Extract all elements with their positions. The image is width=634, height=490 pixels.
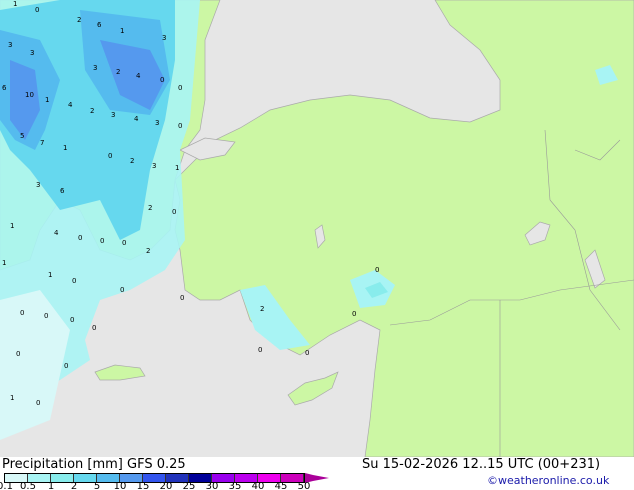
precip-value-label: 0: [352, 310, 356, 318]
scale-tick-label: 45: [274, 481, 288, 490]
precip-value-label: 0: [72, 277, 76, 285]
precip-value-label: 2: [260, 305, 264, 313]
precip-value-label: 0: [178, 84, 182, 92]
map-title: Precipitation [mm] GFS 0.25: [2, 457, 186, 472]
scale-tick-label: 15: [136, 481, 150, 490]
precip-value-label: 1: [2, 259, 6, 267]
precip-value-label: 2: [146, 247, 150, 255]
precip-value-label: 1: [175, 164, 179, 172]
precip-value-label: 0: [375, 266, 379, 274]
precip-value-label: 0: [120, 286, 124, 294]
precip-value-label: 0: [70, 316, 74, 324]
precip-value-label: 6: [60, 187, 65, 195]
scale-tick-label: 20: [159, 481, 173, 490]
precip-value-label: 4: [68, 101, 73, 109]
precip-value-label: 6: [2, 84, 7, 92]
precip-value-label: 10: [25, 91, 34, 99]
scale-tick-label: 2: [70, 481, 78, 490]
precip-value-label: 1: [63, 144, 67, 152]
precip-value-label: 0: [100, 237, 104, 245]
precip-value-label: 0: [36, 399, 40, 407]
precip-value-label: 1: [10, 394, 14, 402]
precip-value-label: 0: [258, 346, 262, 354]
precip-value-label: 3: [36, 181, 40, 189]
scale-tick-label: 30: [205, 481, 219, 490]
precipitation-map: 102613333 2 4 06101042 3 4 3 0571023 1362 0140 0 02…: [0, 0, 634, 457]
scale-tick-label: 1: [47, 481, 55, 490]
precip-value-label: 1: [10, 222, 14, 230]
precip-value-label: 5: [20, 132, 24, 140]
precip-value-label: 1: [120, 27, 124, 35]
scale-tick-label: 40: [251, 481, 265, 490]
precip-value-label: 0: [35, 6, 39, 14]
precip-value-label: 4: [54, 229, 59, 237]
precip-value-label: 4: [134, 115, 139, 123]
weather-map-view: 1 0 2 6 1 3 3 3 3 2 4 0 6 10 1 0 4 2 3 4 3 0 5 7 1 0 2 3 1 3 6 2 0 1 4 0 0 0 2…: [0, 0, 634, 490]
precip-value-label: 1: [48, 271, 52, 279]
precip-value-label: 0: [64, 362, 68, 370]
precip-value-label: 0: [180, 294, 184, 302]
scale-tick-label: 0.1: [0, 481, 13, 490]
scale-tick-label: 0.5: [20, 481, 36, 490]
precip-value-label: 3: [155, 119, 159, 127]
precip-value-label: 2: [90, 107, 94, 115]
precip-value-label: 2: [148, 204, 152, 212]
precip-value-label: 0: [178, 122, 182, 130]
scale-tick-label: 35: [228, 481, 242, 490]
precip-value-label: 3: [111, 111, 115, 119]
precip-value-label: 3: [93, 64, 97, 72]
scale-tick-label: 10: [113, 481, 127, 490]
precip-value-label: 0: [172, 208, 176, 216]
scale-tick-label: 25: [182, 481, 196, 490]
precip-value-label: 2: [130, 157, 134, 165]
precip-value-label: 1: [13, 0, 17, 8]
precip-value-label: 3: [30, 49, 34, 57]
precip-value-label: 2: [116, 68, 120, 76]
precip-value-label: 1: [45, 96, 49, 104]
legend-panel: Precipitation [mm] GFS 0.25 Su 15-02-202…: [0, 457, 634, 490]
precip-value-label: 3: [152, 162, 156, 170]
precip-value-label: 7: [40, 139, 44, 147]
precip-value-label: 2: [77, 16, 81, 24]
precip-value-label: 3: [8, 41, 12, 49]
precip-value-label: 0: [16, 350, 20, 358]
precip-value-label: 6: [97, 21, 102, 29]
precip-value-label: 0: [20, 309, 24, 317]
precip-value-label: 0: [44, 312, 48, 320]
valid-datetime: Su 15-02-2026 12..15 UTC (00+231): [362, 457, 601, 472]
precip-value-label: 0: [122, 239, 126, 247]
precip-value-label: 3: [162, 34, 166, 42]
scale-tick-label: 5: [93, 481, 101, 490]
precip-value-label: 0: [108, 152, 112, 160]
credit-link[interactable]: ©weatheronline.co.uk: [487, 474, 609, 487]
precip-value-label: 4: [136, 72, 141, 80]
scale-tick-label: 50: [297, 481, 311, 490]
precip-value-label: 0: [160, 76, 164, 84]
precip-value-label: 0: [78, 234, 82, 242]
precip-value-label: 0: [305, 349, 309, 357]
precip-value-label: 0: [92, 324, 96, 332]
